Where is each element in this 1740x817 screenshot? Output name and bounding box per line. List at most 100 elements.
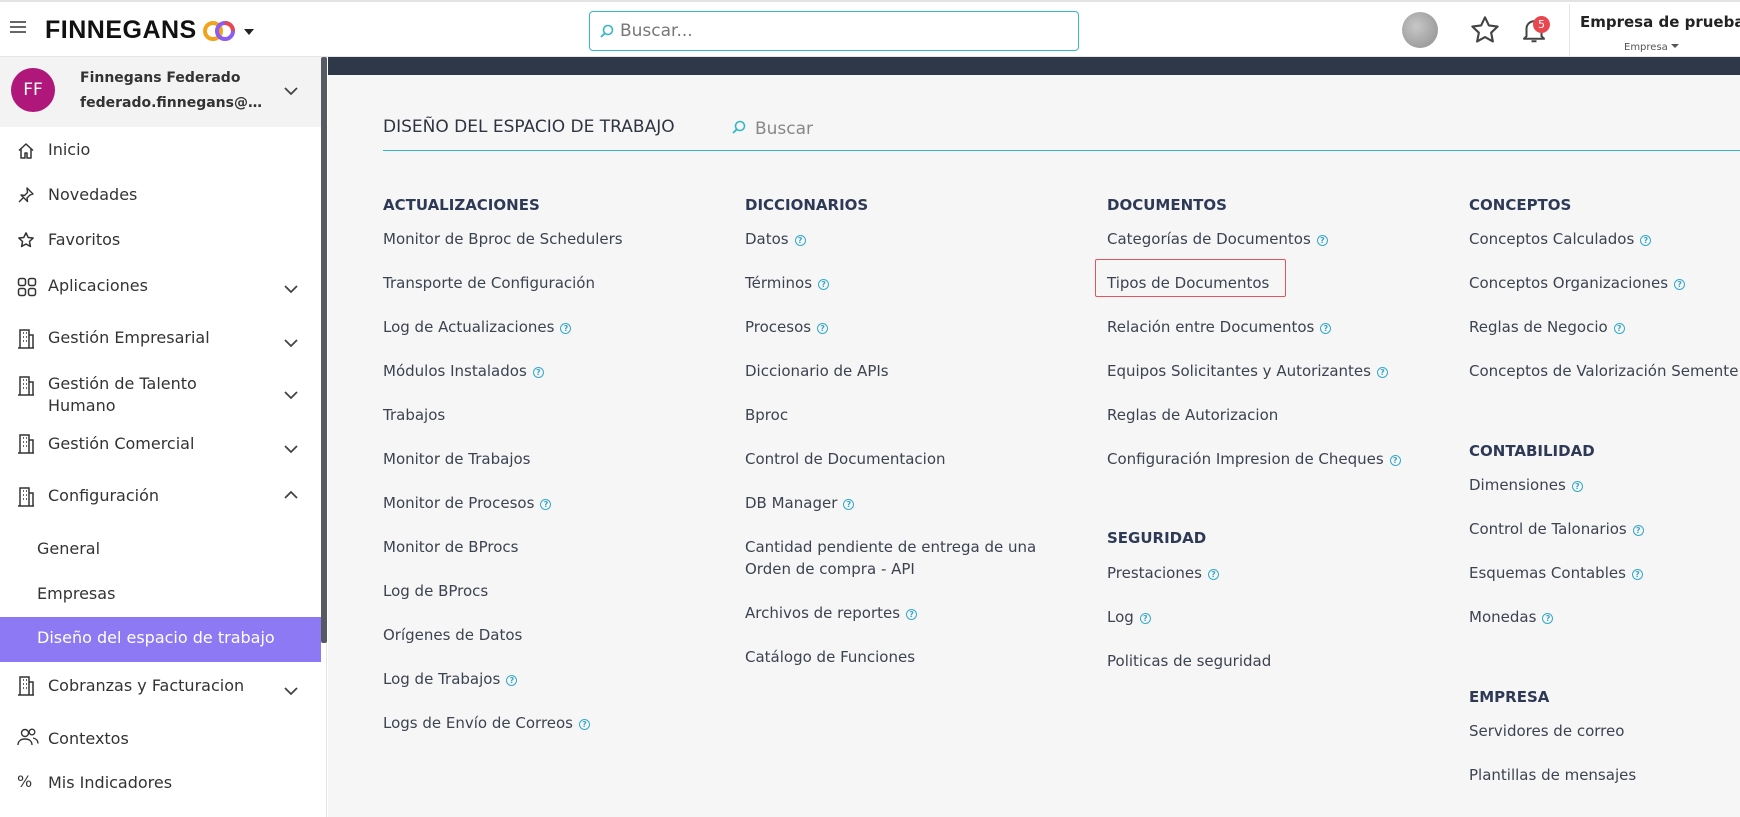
home-icon [18,143,34,159]
global-search[interactable] [589,11,1079,51]
favorites-star-icon[interactable] [1469,14,1501,46]
help-icon[interactable]: ? [532,367,544,378]
link-monedas[interactable]: Monedas? [1469,606,1554,628]
help-icon[interactable]: ? [1320,323,1332,334]
link-reglas-negocio[interactable]: Reglas de Negocio? [1469,316,1625,338]
link-archivos-reportes[interactable]: Archivos de reportes? [745,602,918,624]
link-tipos-documentos[interactable]: Tipos de Documentos [1107,272,1269,294]
sidebar-subitem-diseno-espacio-trabajo[interactable]: Diseño del espacio de trabajo [0,617,321,662]
link-configuracion-impresion-cheques[interactable]: Configuración Impresion de Cheques? [1107,448,1401,470]
link-catalogo-funciones[interactable]: Catálogo de Funciones [745,646,915,668]
link-label: Términos [745,274,813,292]
link-monitor-bproc-schedulers[interactable]: Monitor de Bproc de Schedulers [383,228,623,250]
sidebar-subitem-empresas[interactable]: Empresas [37,584,115,603]
link-conceptos-organizaciones[interactable]: Conceptos Organizaciones? [1469,272,1686,294]
link-control-documentacion[interactable]: Control de Documentacion [745,448,946,470]
chevron-down-icon[interactable] [284,285,298,294]
link-equipos-solicitantes[interactable]: Equipos Solicitantes y Autorizantes? [1107,360,1388,382]
help-icon[interactable]: ? [818,279,830,290]
help-icon[interactable]: ? [1674,279,1686,290]
sidebar-item-favoritos[interactable]: Favoritos [0,229,321,259]
help-icon[interactable]: ? [1632,525,1644,536]
link-modulos-instalados[interactable]: Módulos Instalados? [383,360,544,382]
link-log[interactable]: Log? [1107,606,1151,628]
chevron-up-icon[interactable] [284,490,298,499]
help-icon[interactable]: ? [906,609,918,620]
link-bproc[interactable]: Bproc [745,404,788,426]
help-icon[interactable]: ? [1316,235,1328,246]
sidebar-item-configuracion[interactable]: Configuración [0,485,321,515]
link-logs-envio-correos[interactable]: Logs de Envío de Correos? [383,712,590,734]
hamburger-menu-icon[interactable] [10,21,26,35]
chevron-down-icon[interactable] [284,339,298,348]
user-avatar-icon[interactable] [1402,12,1438,48]
sidebar-subitem-general[interactable]: General [37,539,100,558]
help-icon[interactable]: ? [794,235,806,246]
chevron-down-icon[interactable] [284,87,298,96]
sidebar-item-contextos[interactable]: Contextos [0,728,321,758]
link-conceptos-valorizacion-sementera[interactable]: Conceptos de Valorización Sementera [1469,360,1739,382]
link-servidores-correo[interactable]: Servidores de correo [1469,720,1624,742]
chevron-down-icon[interactable] [284,687,298,696]
sidebar-scrollbar[interactable] [321,57,327,643]
link-log-actualizaciones[interactable]: Log de Actualizaciones? [383,316,572,338]
link-terminos[interactable]: Términos? [745,272,830,294]
link-origenes-datos[interactable]: Orígenes de Datos [383,624,522,646]
link-categorias-documentos[interactable]: Categorías de Documentos? [1107,228,1328,250]
link-log-trabajos[interactable]: Log de Trabajos? [383,668,518,690]
help-icon[interactable]: ? [560,323,572,334]
help-icon[interactable]: ? [506,675,518,686]
sidebar-item-gestion-empresarial[interactable]: Gestión Empresarial [0,327,321,357]
sidebar-item-gestion-comercial[interactable]: Gestión Comercial [0,433,321,463]
link-monitor-trabajos[interactable]: Monitor de Trabajos [383,448,531,470]
link-monitor-bprocs[interactable]: Monitor de BProcs [383,536,518,558]
chevron-down-icon[interactable] [284,445,298,454]
link-diccionario-apis[interactable]: Diccionario de APIs [745,360,889,382]
help-icon[interactable]: ? [1631,569,1643,580]
help-icon[interactable]: ? [1207,569,1219,580]
help-icon[interactable]: ? [540,499,552,510]
workspace-search-input[interactable] [755,116,1055,142]
sidebar-item-cobranzas-facturacion[interactable]: Cobranzas y Facturacion [0,675,321,705]
help-icon[interactable]: ? [843,499,855,510]
link-db-manager[interactable]: DB Manager? [745,492,855,514]
user-profile[interactable]: FF Finnegans Federado federado.finnegans… [0,57,321,127]
sidebar-item-mis-indicadores[interactable]: % Mis Indicadores [0,772,321,802]
link-label: Control de Documentacion [745,450,946,468]
link-control-talonarios[interactable]: Control de Talonarios? [1469,518,1644,540]
sidebar-item-gestion-talento-humano[interactable]: Gestión de Talento Humano [0,373,321,421]
help-icon[interactable]: ? [1571,481,1583,492]
app-logo[interactable]: FINNEGANS [45,16,197,45]
help-icon[interactable]: ? [1640,235,1652,246]
link-politicas-seguridad[interactable]: Politicas de seguridad [1107,650,1271,672]
help-icon[interactable]: ? [579,719,590,730]
link-datos[interactable]: Datos? [745,228,806,250]
logo-dropdown-caret-icon[interactable] [244,29,254,35]
link-cantidad-pendiente-entrega[interactable]: Cantidad pendiente de entrega de una Ord… [745,536,1080,580]
link-transporte-configuracion[interactable]: Transporte de Configuración [383,272,595,294]
link-dimensiones[interactable]: Dimensiones? [1469,474,1583,496]
global-search-input[interactable] [620,18,1070,44]
help-icon[interactable]: ? [1542,613,1554,624]
sidebar-item-aplicaciones[interactable]: Aplicaciones [0,275,321,305]
help-icon[interactable]: ? [817,323,829,334]
link-reglas-autorizacion[interactable]: Reglas de Autorizacion [1107,404,1278,426]
company-selector[interactable]: Empresa [1624,42,1679,53]
link-relacion-documentos[interactable]: Relación entre Documentos? [1107,316,1332,338]
link-monitor-procesos[interactable]: Monitor de Procesos? [383,492,552,514]
link-log-bprocs[interactable]: Log de BProcs [383,580,488,602]
link-trabajos[interactable]: Trabajos [383,404,445,426]
link-plantillas-mensajes[interactable]: Plantillas de mensajes [1469,764,1636,786]
link-esquemas-contables[interactable]: Esquemas Contables? [1469,562,1643,584]
company-name[interactable]: Empresa de prueba [1580,13,1740,31]
help-icon[interactable]: ? [1139,613,1151,624]
help-icon[interactable]: ? [1613,323,1625,334]
chevron-down-icon[interactable] [284,391,298,400]
help-icon[interactable]: ? [1376,367,1388,378]
sidebar-item-novedades[interactable]: Novedades [0,184,321,214]
link-procesos[interactable]: Procesos? [745,316,829,338]
link-prestaciones[interactable]: Prestaciones? [1107,562,1219,584]
help-icon[interactable]: ? [1389,455,1401,466]
sidebar-item-inicio[interactable]: Inicio [0,139,321,169]
link-conceptos-calculados[interactable]: Conceptos Calculados? [1469,228,1652,250]
